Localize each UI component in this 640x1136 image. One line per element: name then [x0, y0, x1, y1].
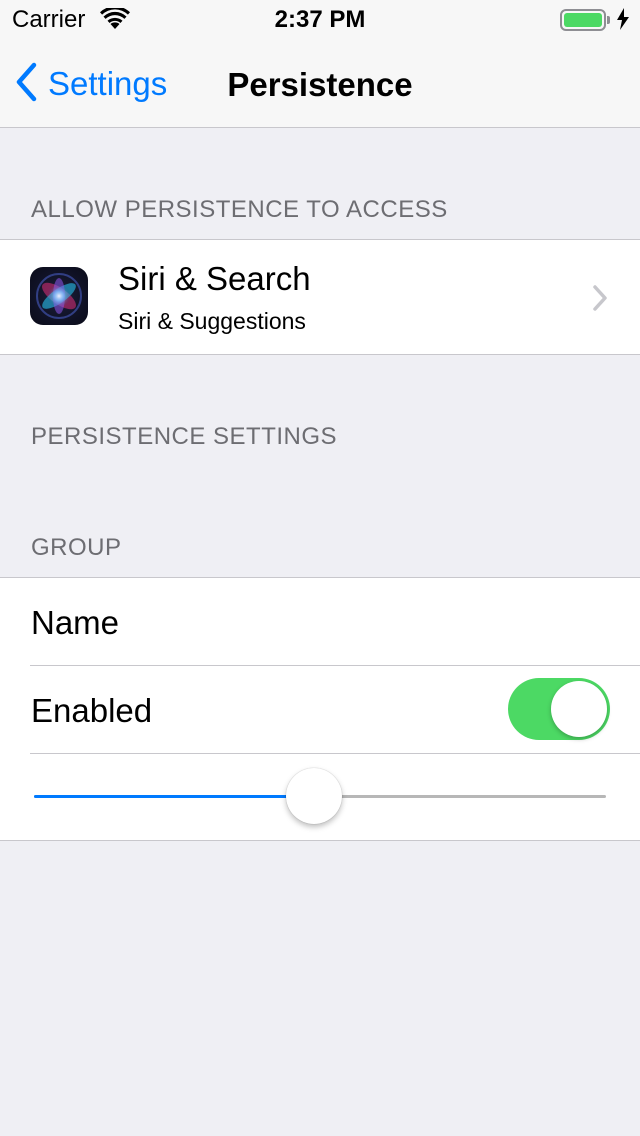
- charging-bolt-icon: [616, 8, 630, 35]
- navigation-bar: Settings Persistence: [0, 40, 640, 128]
- enabled-label: Enabled: [31, 692, 153, 729]
- battery-fill: [564, 13, 602, 27]
- section-header-access: ALLOW PERSISTENCE TO ACCESS: [31, 196, 448, 223]
- battery-icon: [560, 9, 610, 31]
- siri-icon: [30, 267, 88, 325]
- siri-title: Siri & Search: [118, 260, 311, 297]
- slider-thumb[interactable]: [286, 768, 342, 824]
- siri-subtitle: Siri & Suggestions: [118, 308, 306, 334]
- chevron-right-icon: [592, 284, 608, 317]
- group-settings: Name Enabled: [0, 577, 640, 841]
- name-label: Name: [31, 604, 120, 641]
- page-title: Persistence: [227, 66, 413, 103]
- toggle-knob: [551, 681, 607, 737]
- siri-search-cell[interactable]: Siri & Search Siri & Suggestions: [0, 239, 640, 355]
- section-header-settings: PERSISTENCE SETTINGS: [31, 423, 338, 450]
- divider: [30, 753, 640, 754]
- group-slider[interactable]: [34, 766, 606, 826]
- enabled-toggle[interactable]: [508, 678, 610, 740]
- slider-fill: [34, 795, 314, 798]
- status-bar: Carrier 2:37 PM: [0, 0, 640, 40]
- status-time: 2:37 PM: [274, 6, 366, 33]
- section-header-group: GROUP: [31, 534, 122, 561]
- name-row[interactable]: Name: [0, 578, 640, 666]
